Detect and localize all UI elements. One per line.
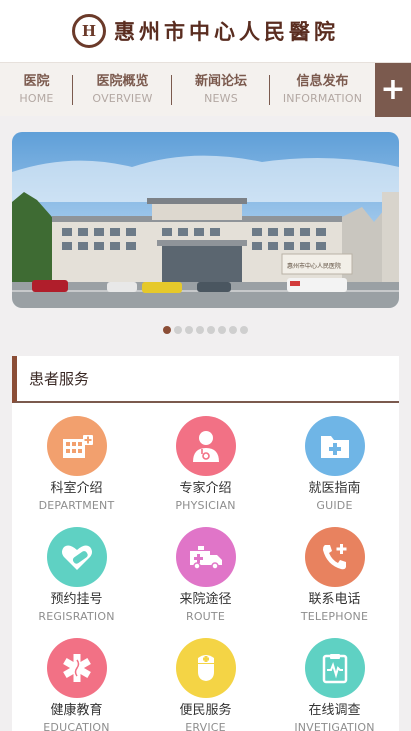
carousel-indicators: [0, 326, 411, 334]
nav-item-label: 医院概览: [96, 73, 149, 89]
folder-plus-icon: [304, 416, 365, 476]
service-education[interactable]: 健康教育 EDUCATION: [12, 638, 141, 731]
nav-item-sublabel: OVERVIEW: [92, 91, 153, 105]
section-title: 患者服务: [12, 356, 399, 403]
service-label: 在线调查: [308, 703, 361, 718]
top-header: H 惠州市中心人民醫院: [0, 0, 411, 62]
service-investigation[interactable]: 在线调查 INVETIGATION: [270, 638, 399, 731]
nav-item-news[interactable]: 新闻论坛 NEWS: [172, 63, 270, 116]
service-label: 便民服务: [179, 703, 232, 718]
main-nav: 医院 HOME 医院概览 OVERVIEW 新闻论坛 NEWS 信息发布 INF…: [0, 62, 411, 117]
carousel-dot[interactable]: [185, 326, 193, 334]
nav-item-overview[interactable]: 医院概览 OVERVIEW: [73, 63, 172, 116]
service-label: 联系电话: [308, 592, 361, 607]
service-telephone[interactable]: 联系电话 TELEPHONE: [270, 527, 399, 638]
service-convenience[interactable]: 便民服务 ERVICE: [141, 638, 270, 731]
service-label: 就医指南: [308, 481, 361, 496]
hospital-building-image: 惠州市中心人民医院: [12, 132, 399, 308]
carousel-dot[interactable]: [174, 326, 182, 334]
nurse-icon: [175, 638, 236, 698]
nav-item-sublabel: HOME: [19, 91, 54, 105]
service-guide[interactable]: 就医指南 GUIDE: [270, 416, 399, 527]
service-physician[interactable]: 专家介绍 PHYSICIAN: [141, 416, 270, 527]
clipboard-icon: [304, 638, 365, 698]
medical-star-icon: [46, 638, 107, 698]
patient-services-panel: 患者服务 科室介绍 DEPARTMENT 专家介绍 PHYSICIAN 就医指南…: [12, 356, 399, 731]
service-label: 来院途径: [179, 592, 232, 607]
service-department[interactable]: 科室介绍 DEPARTMENT: [12, 416, 141, 527]
service-sublabel: DEPARTMENT: [38, 499, 115, 512]
hospital-name: 惠州市中心人民醫院: [114, 19, 339, 44]
carousel-dot[interactable]: [163, 326, 171, 334]
service-sublabel: ROUTE: [185, 610, 226, 623]
carousel-dot[interactable]: [196, 326, 204, 334]
service-sublabel: TELEPHONE: [300, 610, 369, 623]
doctor-icon: [175, 416, 236, 476]
service-sublabel: ERVICE: [185, 721, 226, 731]
svg-text:惠州市中心人民医院: 惠州市中心人民医院: [287, 262, 341, 270]
nav-item-label: 新闻论坛: [194, 73, 247, 89]
department-icon: [46, 416, 107, 476]
nav-item-information[interactable]: 信息发布 INFORMATION: [270, 63, 375, 116]
service-label: 健康教育: [50, 703, 103, 718]
carousel-dot[interactable]: [229, 326, 237, 334]
service-label: 预约挂号: [50, 592, 103, 607]
service-route[interactable]: 来院途径 ROUTE: [141, 527, 270, 638]
hospital-logo[interactable]: H 惠州市中心人民醫院: [72, 14, 339, 48]
carousel-dot[interactable]: [207, 326, 215, 334]
heart-bandage-icon: [46, 527, 107, 587]
service-label: 科室介绍: [50, 481, 103, 496]
hospital-emblem-icon: H: [72, 14, 106, 48]
nav-more-button[interactable]: +: [375, 63, 411, 117]
phone-plus-icon: [304, 527, 365, 587]
hero-banner[interactable]: 惠州市中心人民医院: [12, 132, 399, 308]
ambulance-icon: [175, 527, 236, 587]
carousel-dot[interactable]: [240, 326, 248, 334]
service-label: 专家介绍: [179, 481, 232, 496]
nav-item-label: 信息发布: [296, 73, 349, 89]
nav-item-label: 医院: [23, 73, 50, 89]
nav-item-sublabel: NEWS: [204, 91, 238, 105]
service-sublabel: INVETIGATION: [294, 721, 375, 731]
carousel-dot[interactable]: [218, 326, 226, 334]
nav-item-sublabel: INFORMATION: [282, 91, 363, 105]
service-sublabel: GUIDE: [316, 499, 353, 512]
nav-item-home[interactable]: 医院 HOME: [0, 63, 73, 116]
service-sublabel: PHYSICIAN: [175, 499, 236, 512]
services-grid: 科室介绍 DEPARTMENT 专家介绍 PHYSICIAN 就医指南 GUID…: [12, 416, 399, 731]
service-sublabel: EDUCATION: [43, 721, 110, 731]
service-sublabel: REGISRATION: [38, 610, 115, 623]
service-registration[interactable]: 预约挂号 REGISRATION: [12, 527, 141, 638]
